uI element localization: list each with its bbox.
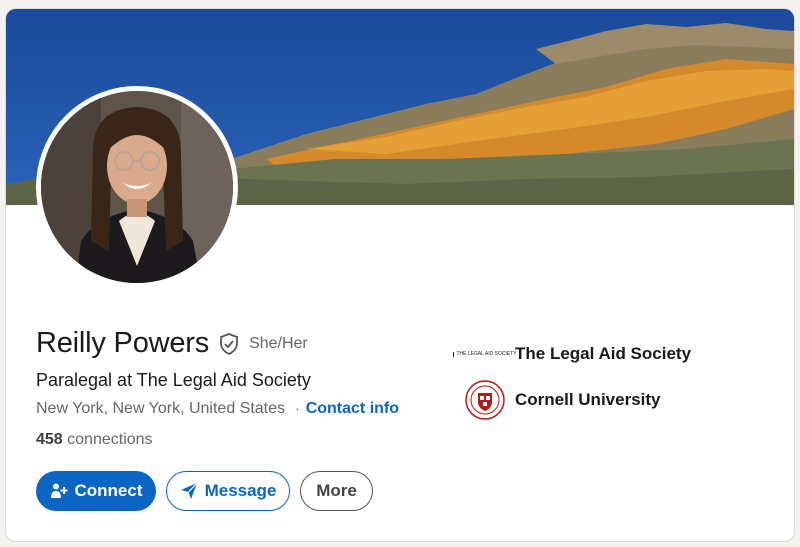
profile-photo[interactable] (36, 86, 238, 288)
more-label: More (316, 481, 357, 500)
legal-aid-society-logo: THE LEGAL AID SOCIETY (453, 333, 517, 375)
paper-plane-icon (180, 482, 198, 500)
pronouns: She/Her (249, 334, 308, 352)
org-name: Cornell University (515, 390, 661, 409)
headline: Paralegal at The Legal Aid Society (36, 370, 311, 390)
profile-card: Reilly Powers She/Her Paralegal at The L… (6, 9, 794, 541)
connections-number: 458 (36, 431, 63, 448)
connections-count[interactable]: 458 connections (36, 431, 153, 449)
cornell-seal-logo (464, 379, 506, 421)
connect-button[interactable]: Connect (36, 471, 156, 511)
more-button[interactable]: More (300, 471, 373, 511)
message-button[interactable]: Message (166, 471, 290, 511)
connections-label: connections (67, 431, 153, 448)
legal-aid-society-logo-text: THE LEGAL AID SOCIETY (453, 351, 517, 357)
org-name: The Legal Aid Society (515, 344, 692, 363)
shield-check-icon[interactable] (217, 332, 241, 356)
location-row: New York, New York, United States · Contac… (36, 400, 399, 418)
name-row: Reilly Powers She/Her (36, 327, 308, 360)
connect-label: Connect (74, 481, 143, 500)
location: New York, New York, United States (36, 400, 286, 417)
org-legal-aid-society[interactable]: THE LEGAL AID SOCIETY The Legal Aid Soci… (453, 333, 692, 375)
contact-info-link[interactable]: Contact info (306, 400, 399, 417)
org-cornell-university[interactable]: Cornell University (464, 379, 661, 421)
profile-name: Reilly Powers (36, 327, 210, 359)
message-label: Message (204, 481, 277, 500)
person-add-icon (50, 482, 68, 500)
separator-dot: · (295, 400, 300, 416)
